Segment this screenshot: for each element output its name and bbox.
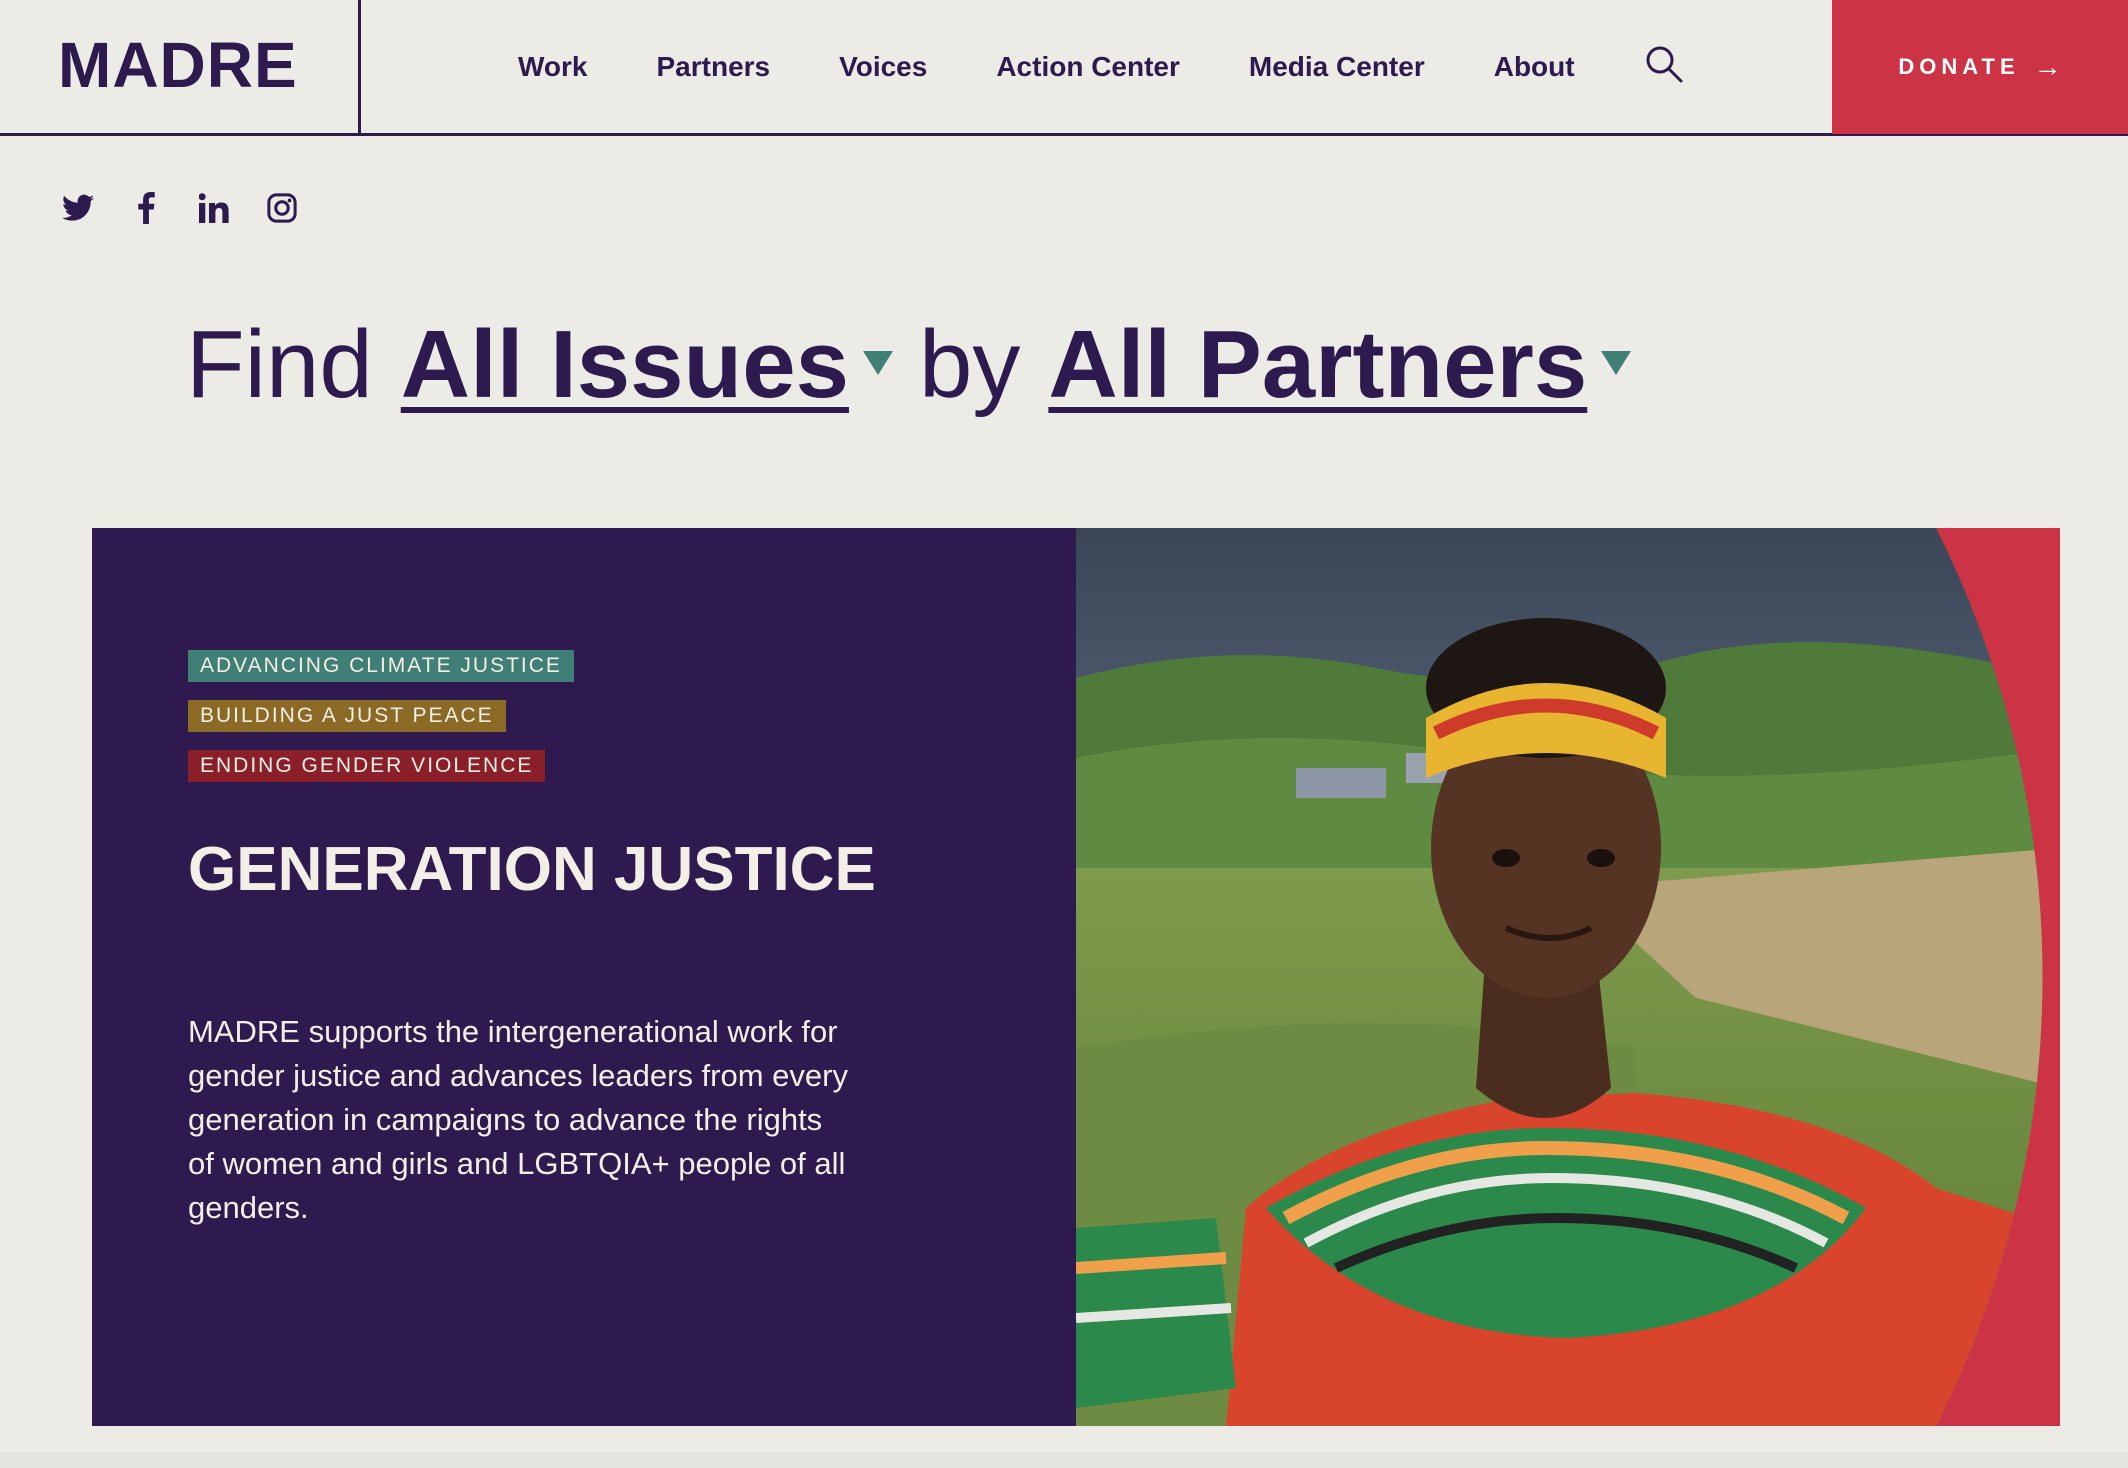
card-description: MADRE supports the intergenerational wor… [188,1014,848,1225]
issue-tags: ADVANCING CLIMATE JUSTICE BUILDING A JUS… [188,650,574,800]
card-photo-panel [1076,528,2060,1426]
nav-item-about[interactable]: About [1494,51,1575,83]
main-nav: Work Partners Voices Action Center Media… [518,0,1644,133]
card-text-panel: ADVANCING CLIMATE JUSTICE BUILDING A JUS… [92,528,1076,1426]
campaign-photo [1076,528,2043,1426]
nav-item-work[interactable]: Work [518,51,588,83]
page: MADRE Work Partners Voices Action Center… [0,0,2128,1468]
nav-item-voices[interactable]: Voices [839,51,927,83]
instagram-icon[interactable] [264,190,300,226]
caret-down-icon[interactable] [1601,351,1632,375]
nav-item-partners[interactable]: Partners [657,51,771,83]
donate-button[interactable]: DONATE → [1832,0,2128,134]
site-header: MADRE Work Partners Voices Action Center… [0,0,2128,136]
filter-headline: Find All Issues by All Partners [186,310,1657,420]
arrow-right-icon: → [2033,51,2062,82]
nav-item-action-center[interactable]: Action Center [996,51,1180,83]
headline-find: Find [186,311,373,418]
header-divider [358,0,361,136]
headline-by: by [918,311,1021,418]
bottom-strip [0,1452,2128,1468]
card-title[interactable]: GENERATION JUSTICE [188,834,888,906]
caret-down-icon[interactable] [862,351,893,375]
nav-item-media-center[interactable]: Media Center [1249,51,1425,83]
tag-climate-justice[interactable]: ADVANCING CLIMATE JUSTICE [188,650,574,682]
tag-gender-violence[interactable]: ENDING GENDER VIOLENCE [188,750,546,782]
tag-just-peace[interactable]: BUILDING A JUST PEACE [188,700,506,732]
issues-filter-dropdown[interactable]: All Issues [401,310,849,420]
partners-filter-dropdown[interactable]: All Partners [1048,310,1587,420]
madre-logo[interactable]: MADRE [58,30,298,100]
twitter-icon[interactable] [60,190,96,226]
facebook-icon[interactable] [128,190,164,226]
search-icon[interactable] [1644,44,1684,84]
featured-campaign-card[interactable]: ADVANCING CLIMATE JUSTICE BUILDING A JUS… [92,528,2060,1426]
donate-label: DONATE [1898,54,2020,79]
social-links [60,190,332,226]
linkedin-icon[interactable] [196,190,232,226]
